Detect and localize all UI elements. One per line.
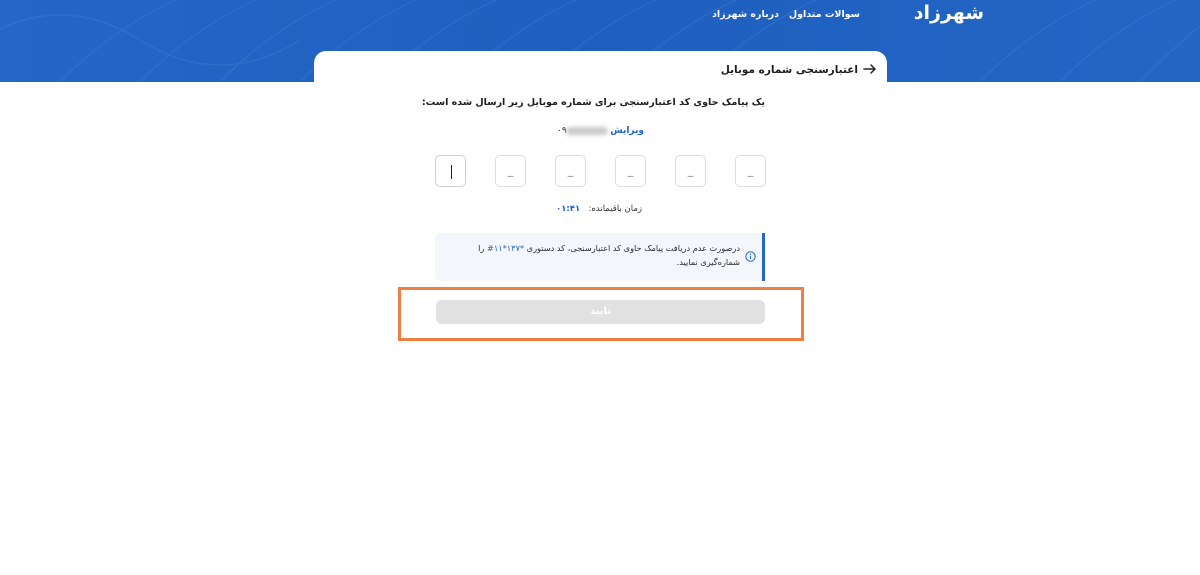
otp-digit-3[interactable]: _ xyxy=(615,155,646,187)
page-title: اعتبارسنجی شماره موبایل xyxy=(720,64,858,76)
otp-placeholder: _ xyxy=(567,164,574,177)
phone-number-redacted xyxy=(566,127,608,135)
otp-digit-6[interactable] xyxy=(435,155,466,187)
brand-logo[interactable]: شهرزاد xyxy=(914,2,984,26)
arrow-right-icon[interactable] xyxy=(862,61,878,77)
timer-value: ۰۱:۴۱ xyxy=(556,204,581,214)
ussd-code: *۱۳۷*۱۱# xyxy=(487,243,525,253)
otp-digit-2[interactable]: _ xyxy=(675,155,706,187)
confirm-button[interactable]: تایید xyxy=(436,300,765,324)
otp-digit-1[interactable]: _ xyxy=(735,155,766,187)
otp-placeholder: _ xyxy=(747,164,754,177)
info-notice-text: درصورت عدم دریافت پیامک حاوی کد اعتبارسن… xyxy=(472,241,740,271)
info-circle-icon xyxy=(745,251,756,262)
nav-link-faq[interactable]: سوالات متداول xyxy=(789,8,860,22)
info-text-before: درصورت عدم دریافت پیامک حاوی کد اعتبارسن… xyxy=(524,243,740,253)
otp-placeholder: _ xyxy=(507,164,514,177)
edit-phone-link[interactable]: ویرایش xyxy=(610,124,644,138)
otp-placeholder: _ xyxy=(687,164,694,177)
otp-digit-5[interactable]: _ xyxy=(495,155,526,187)
timer-label: زمان باقیمانده: xyxy=(588,204,642,214)
otp-placeholder: _ xyxy=(627,164,634,177)
nav-link-about[interactable]: درباره شهرزاد xyxy=(712,8,779,22)
otp-digit-4[interactable]: _ xyxy=(555,155,586,187)
text-caret xyxy=(451,165,452,179)
sms-instruction: یک پیامک حاوی کد اعتبارسنجی برای شماره م… xyxy=(421,97,765,108)
